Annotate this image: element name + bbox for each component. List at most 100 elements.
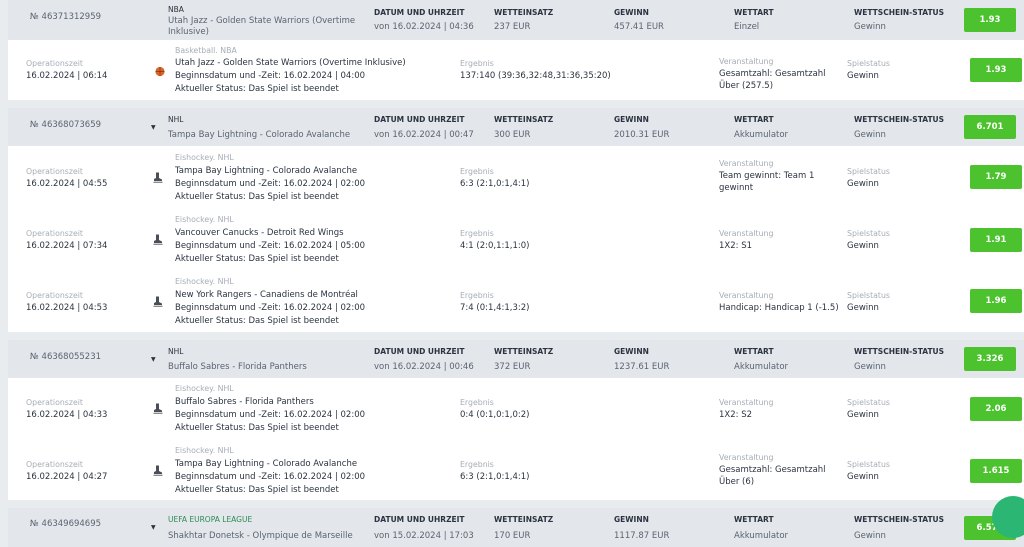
leg-current-status: Aktueller Status: Das Spiel ist beendet — [175, 192, 339, 202]
hockey-skate-icon — [153, 465, 163, 476]
event-label: Veranstaltung — [719, 453, 774, 462]
leg-start: Beginnsdatum und -Zeit: 16.02.2024 | 04:… — [175, 71, 366, 81]
op-time-label: Operationszeit — [26, 59, 83, 68]
event-label: Veranstaltung — [719, 159, 774, 168]
leg-start: Beginnsdatum und -Zeit: 16.02.2024 | 02:… — [175, 179, 366, 189]
event-label: Veranstaltung — [719, 57, 774, 66]
date-label: DATUM UND UHRZEIT — [374, 515, 465, 524]
leg-result: 6:3 (2:1,0:1,4:1) — [460, 179, 530, 189]
hockey-skate-icon — [153, 403, 163, 414]
win-label: GEWINN — [614, 8, 649, 17]
bet-header[interactable]: № 46368073659 ▼ NHL Tampa Bay Lightning … — [8, 108, 1024, 146]
leg-result: 0:4 (0:1,0:1,0:2) — [460, 410, 530, 420]
stake-label: WETTEINSATZ — [494, 8, 554, 17]
leg-game-status: Gewinn — [847, 179, 879, 189]
bet-stake: 300 EUR — [494, 130, 531, 140]
leg-game-status: Gewinn — [847, 303, 879, 313]
chevron-down-icon[interactable]: ▼ — [151, 356, 156, 363]
leg-game-status: Gewinn — [847, 472, 879, 482]
leg-coefficient-badge: 1.96 — [970, 289, 1022, 313]
bet-type: Einzel — [734, 22, 760, 32]
leg-coefficient-badge: 1.615 — [970, 459, 1022, 483]
bet-status: Gewinn — [854, 130, 886, 140]
leg-sport: Eishockey. NHL — [175, 215, 234, 224]
game-status-label: Spielstatus — [847, 460, 890, 469]
bet-header[interactable]: № 46368055231 ▼ NHL Buffalo Sabres - Flo… — [8, 340, 1024, 378]
bet-coefficient-badge: 6.701 — [964, 115, 1016, 139]
status-label: WETTSCHEIN-STATUS — [854, 515, 945, 524]
leg-result: 137:140 (39:36,32:48,31:36,35:20) — [460, 71, 611, 81]
bet-header[interactable]: № 46349694695 ▼ UEFA EUROPA LEAGUE Shakh… — [8, 508, 1024, 547]
bet-coefficient-badge: 3.326 — [964, 347, 1016, 371]
bet-status: Gewinn — [854, 362, 886, 372]
hockey-skate-icon — [153, 296, 163, 307]
leg-match: Tampa Bay Lightning - Colorado Avalanche — [175, 166, 358, 176]
bet-datetime: von 16.02.2024 | 00:47 — [374, 130, 474, 140]
leg-current-status: Aktueller Status: Das Spiel ist beendet — [175, 254, 339, 264]
leg-current-status: Aktueller Status: Das Spiel ist beendet — [175, 485, 339, 495]
event-label: Veranstaltung — [719, 398, 774, 407]
leg-start: Beginnsdatum und -Zeit: 16.02.2024 | 02:… — [175, 303, 366, 313]
bet-stake: 237 EUR — [494, 22, 531, 32]
op-time: 16.02.2024 | 04:27 — [26, 472, 108, 482]
op-time: 16.02.2024 | 07:34 — [26, 241, 108, 251]
bet-stake: 170 EUR — [494, 531, 531, 541]
leg-event: Team gewinnt: Team 1 gewinnt — [719, 171, 815, 193]
bet-league: NBA — [168, 5, 184, 14]
leg-match: Buffalo Sabres - Florida Panthers — [175, 397, 314, 407]
bet-match: Tampa Bay Lightning - Colorado Avalanche — [168, 130, 351, 140]
chevron-down-icon[interactable]: ▼ — [151, 524, 156, 531]
leg-event: 1X2: S2 — [719, 410, 753, 420]
leg-start: Beginnsdatum und -Zeit: 16.02.2024 | 02:… — [175, 472, 366, 482]
bet-league: UEFA EUROPA LEAGUE — [168, 515, 253, 524]
win-label: GEWINN — [614, 347, 649, 356]
game-status-label: Spielstatus — [847, 291, 890, 300]
bet-match: Utah Jazz - Golden State Warriors (Overt… — [168, 16, 356, 26]
bet-datetime: von 15.02.2024 | 17:03 — [374, 531, 474, 541]
date-label: DATUM UND UHRZEIT — [374, 115, 465, 124]
leg-match: Tampa Bay Lightning - Colorado Avalanche — [175, 459, 358, 469]
leg-sport: Eishockey. NHL — [175, 153, 234, 162]
bet-league: NHL — [168, 115, 184, 124]
bet-win: 2010.31 EUR — [614, 130, 670, 140]
result-label: Ergebnis — [460, 460, 494, 469]
type-label: WETTART — [734, 8, 774, 17]
bet-number: № 46371312959 — [30, 12, 102, 22]
game-status-label: Spielstatus — [847, 167, 890, 176]
bet-number: № 46368055231 — [30, 352, 102, 362]
leg-current-status: Aktueller Status: Das Spiel ist beendet — [175, 423, 339, 433]
bet-leg: Operationszeit 16.02.2024 | 07:34 Eishoc… — [8, 209, 1024, 271]
leg-coefficient-badge: 1.93 — [970, 58, 1022, 82]
bet-match-cont: Inklusive) — [168, 27, 209, 37]
op-time: 16.02.2024 | 04:33 — [26, 410, 108, 420]
stake-label: WETTEINSATZ — [494, 347, 554, 356]
bet-leg: Operationszeit 16.02.2024 | 06:14 Basket… — [8, 40, 1024, 100]
bet-header[interactable]: № 46371312959 NBA Utah Jazz - Golden Sta… — [8, 0, 1024, 40]
bet-leg: Operationszeit 16.02.2024 | 04:53 Eishoc… — [8, 271, 1024, 332]
bet-win: 457.41 EUR — [614, 22, 664, 32]
result-label: Ergebnis — [460, 167, 494, 176]
status-label: WETTSCHEIN-STATUS — [854, 347, 945, 356]
bet-number: № 46349694695 — [30, 519, 102, 529]
event-label: Veranstaltung — [719, 291, 774, 300]
game-status-label: Spielstatus — [847, 229, 890, 238]
bet-datetime: von 16.02.2024 | 04:36 — [374, 22, 474, 32]
bet-stake: 372 EUR — [494, 362, 531, 372]
status-label: WETTSCHEIN-STATUS — [854, 115, 945, 124]
bet-match: Buffalo Sabres - Florida Panthers — [168, 362, 307, 372]
stake-label: WETTEINSATZ — [494, 515, 554, 524]
leg-current-status: Aktueller Status: Das Spiel ist beendet — [175, 84, 339, 94]
bet-type: Akkumulator — [734, 130, 789, 140]
chevron-down-icon[interactable]: ▼ — [151, 124, 156, 131]
bet-status: Gewinn — [854, 531, 886, 541]
game-status-label: Spielstatus — [847, 59, 890, 68]
leg-start: Beginnsdatum und -Zeit: 16.02.2024 | 05:… — [175, 241, 366, 251]
bet-type: Akkumulator — [734, 531, 789, 541]
type-label: WETTART — [734, 115, 774, 124]
type-label: WETTART — [734, 347, 774, 356]
result-label: Ergebnis — [460, 229, 494, 238]
result-label: Ergebnis — [460, 59, 494, 68]
hockey-skate-icon — [153, 234, 163, 245]
leg-result: 4:1 (2:0,1:1,1:0) — [460, 241, 530, 251]
bet-leg: Operationszeit 16.02.2024 | 04:27 Eishoc… — [8, 440, 1024, 500]
